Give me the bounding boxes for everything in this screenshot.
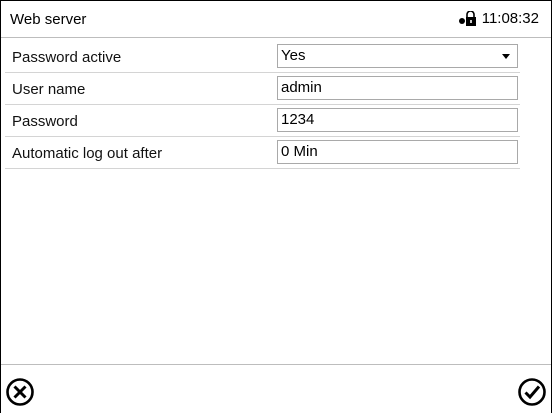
row-auto-logout: Automatic log out after 0 Min — [5, 138, 520, 169]
cancel-circle-x-icon — [6, 378, 34, 406]
password-label: Password — [12, 113, 78, 130]
web-server-dialog: Web server 11:08:32 Password active Yes … — [0, 0, 552, 413]
title-bar: Web server 11:08:32 — [1, 1, 551, 38]
clock-time: 11:08:32 — [481, 10, 539, 27]
page-title: Web server — [10, 11, 87, 28]
row-user-name: User name admin — [5, 74, 520, 105]
chevron-down-icon[interactable] — [502, 54, 510, 59]
confirm-button[interactable] — [517, 377, 547, 407]
status-area: 11:08:32 — [458, 9, 539, 27]
user-name-label: User name — [12, 81, 86, 98]
password-field[interactable]: 1234 — [277, 108, 518, 132]
lock-open-icon — [458, 9, 478, 27]
password-active-label: Password active — [12, 49, 122, 66]
auto-logout-label: Automatic log out after — [12, 145, 163, 162]
auto-logout-value: 0 Min — [281, 143, 318, 160]
password-active-value: Yes — [281, 47, 306, 64]
password-active-select[interactable]: Yes — [277, 44, 518, 68]
bottom-bar — [1, 364, 551, 413]
auto-logout-field[interactable]: 0 Min — [277, 140, 518, 164]
user-name-value: admin — [281, 79, 322, 96]
cancel-button[interactable] — [5, 377, 35, 407]
row-password-active: Password active Yes — [5, 42, 520, 73]
row-password: Password 1234 — [5, 106, 520, 137]
user-name-field[interactable]: admin — [277, 76, 518, 100]
confirm-circle-check-icon — [518, 378, 546, 406]
password-value: 1234 — [281, 111, 315, 128]
